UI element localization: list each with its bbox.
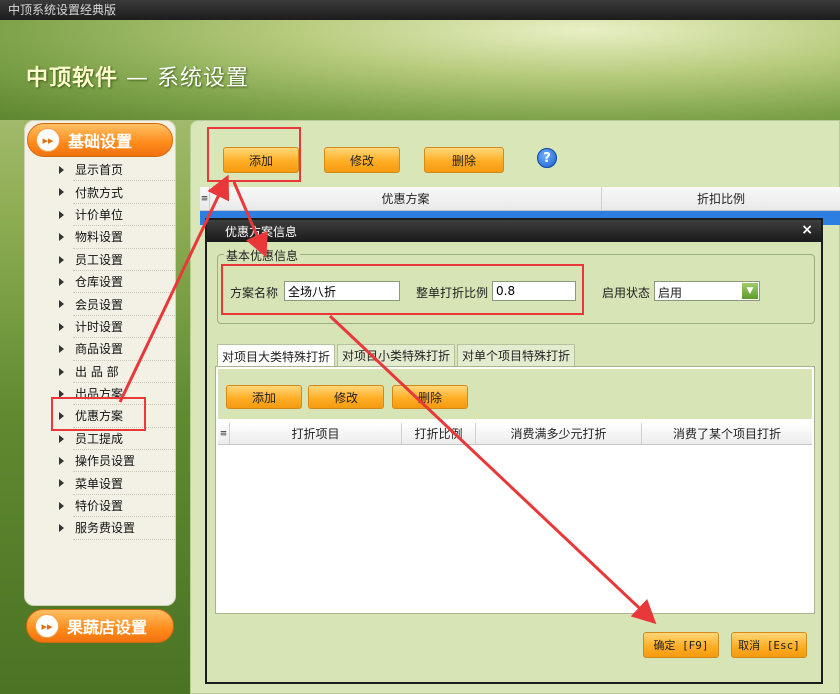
annotation-box-add (207, 127, 301, 182)
sidebar-item-label: 会员设置 (75, 297, 124, 312)
sidebar-item-label: 仓库设置 (75, 275, 124, 290)
sidebar-item-goods[interactable]: 商品设置 (59, 338, 175, 361)
tab-item-discount[interactable]: 对单个项目特殊打折 (457, 344, 576, 366)
arrow-right-icon (59, 188, 64, 197)
status-select[interactable]: 启用 ▼ (654, 281, 760, 301)
sidebar-item-commission[interactable]: 员工提成 (59, 428, 175, 451)
window-title: 中顶系统设置经典版 (8, 3, 117, 17)
sidebar-item-label: 计时设置 (75, 319, 124, 334)
sidebar-item-member[interactable]: 会员设置 (59, 293, 175, 316)
sidebar-item-label: 商品设置 (75, 342, 124, 357)
sidebar-group-basic[interactable]: ▸▸ 基础设置 (27, 123, 173, 157)
column-header[interactable]: 消费满多少元打折 (476, 423, 642, 444)
sub-table-header: ≡ 打折项目 打折比例 消费满多少元打折 消费了某个项目打折 (218, 423, 812, 445)
tab-add-button[interactable]: 添加 (226, 385, 302, 409)
dialog-title-bar: 优惠方案信息 × (207, 220, 821, 242)
tab-toolbar: 添加 修改 删除 (218, 369, 812, 419)
sidebar-item-special-price[interactable]: 特价设置 (59, 495, 175, 518)
tab-category-discount[interactable]: 对项目大类特殊打折 (217, 344, 336, 367)
sidebar-group-basic-label: 基础设置 (68, 132, 133, 151)
tab-subcategory-discount[interactable]: 对项目小类特殊打折 (337, 344, 456, 366)
sidebar-item-label: 物料设置 (75, 230, 124, 245)
app-header: 中顶软件 — 系统设置 (0, 20, 840, 120)
sidebar-group-fruit-label: 果蔬店设置 (67, 618, 148, 637)
row-selector-icon: ≡ (218, 423, 230, 444)
sidebar-item-warehouse[interactable]: 仓库设置 (59, 271, 175, 294)
sidebar-group-fruit[interactable]: ▸▸ 果蔬店设置 (26, 609, 174, 643)
window-title-bar: 中顶系统设置经典版 (0, 0, 840, 20)
column-header[interactable]: 折扣比例 (602, 187, 840, 210)
sidebar-item-label: 员工提成 (75, 431, 124, 446)
sidebar-item-label: 显示首页 (75, 163, 124, 178)
main-table-header: ≡ 优惠方案 折扣比例 (200, 187, 840, 211)
sidebar-item-label: 服务费设置 (75, 521, 136, 536)
brand-name: 中顶软件 (26, 66, 119, 91)
column-header[interactable]: 打折项目 (230, 423, 402, 444)
chevron-down-icon[interactable]: ▼ (742, 283, 758, 299)
sidebar-item-service-fee[interactable]: 服务费设置 (59, 517, 175, 540)
fast-forward-icon: ▸▸ (36, 128, 60, 152)
sidebar-item-label: 出 品 部 (75, 364, 119, 379)
arrow-right-icon (59, 524, 64, 533)
edit-button[interactable]: 修改 (324, 147, 400, 173)
arrow-right-icon (59, 434, 64, 443)
status-select-value: 启用 (658, 286, 683, 300)
tab-edit-button[interactable]: 修改 (308, 385, 384, 409)
arrow-right-icon (59, 166, 64, 174)
close-icon[interactable]: × (801, 222, 813, 238)
sidebar-item-label: 付款方式 (75, 185, 124, 200)
arrow-right-icon (59, 255, 64, 264)
row-selector-icon: ≡ (200, 187, 210, 210)
status-label: 启用状态 (602, 286, 651, 300)
sidebar-item-label: 菜单设置 (75, 476, 124, 491)
title-separator: — (126, 66, 150, 91)
sidebar-item-home[interactable]: 显示首页 (59, 159, 175, 182)
tab-panel: 添加 修改 删除 ≡ 打折项目 打折比例 消费满多少元打折 消费了某个项目打折 (215, 366, 815, 614)
sidebar-item-operator[interactable]: 操作员设置 (59, 450, 175, 473)
fast-forward-icon: ▸▸ (35, 614, 59, 638)
column-header[interactable]: 打折比例 (402, 423, 476, 444)
arrow-right-icon (59, 367, 64, 376)
discount-tabs: 对项目大类特殊打折 对项目小类特殊打折 对单个项目特殊打折 (217, 344, 577, 367)
sidebar-item-menu[interactable]: 菜单设置 (59, 472, 175, 495)
sidebar-item-payment[interactable]: 付款方式 (59, 181, 175, 204)
arrow-right-icon (59, 501, 64, 510)
arrow-right-icon (59, 233, 64, 242)
tab-delete-button[interactable]: 删除 (392, 385, 468, 409)
arrow-right-icon (59, 300, 64, 309)
sidebar-item-output-dept[interactable]: 出 品 部 (59, 361, 175, 383)
annotation-box-fields (221, 264, 584, 315)
sidebar-item-label: 计价单位 (75, 207, 124, 222)
arrow-right-icon (59, 457, 64, 466)
cancel-button[interactable]: 取消 [Esc] (731, 632, 807, 658)
dialog-title: 优惠方案信息 (225, 224, 298, 239)
arrow-right-icon (59, 345, 64, 354)
arrow-right-icon (59, 210, 64, 219)
arrow-right-icon (59, 322, 64, 331)
sidebar-nav-list: 显示首页 付款方式 计价单位 物料设置 员工设置 仓库设置 会员设置 计时设置 … (49, 159, 175, 540)
sidebar-item-unit[interactable]: 计价单位 (59, 204, 175, 227)
app-title: 中顶软件 — 系统设置 (26, 60, 249, 92)
sidebar: ▸▸ 基础设置 显示首页 付款方式 计价单位 物料设置 员工设置 仓库设置 会员… (24, 120, 176, 606)
sidebar-item-timing[interactable]: 计时设置 (59, 316, 175, 339)
sidebar-item-staff[interactable]: 员工设置 (59, 249, 175, 271)
arrow-right-icon (59, 479, 64, 488)
delete-button[interactable]: 删除 (424, 147, 504, 173)
help-icon[interactable]: ? (537, 148, 557, 168)
sidebar-item-material[interactable]: 物料设置 (59, 226, 175, 249)
column-header[interactable]: 消费了某个项目打折 (642, 423, 812, 444)
sidebar-item-label: 操作员设置 (75, 454, 136, 469)
sidebar-item-label: 特价设置 (75, 499, 124, 514)
group-title: 基本优惠信息 (224, 247, 301, 264)
sidebar-item-label: 员工设置 (75, 252, 124, 267)
arrow-right-icon (59, 277, 64, 286)
column-header[interactable]: 优惠方案 (210, 187, 602, 210)
page-title: 系统设置 (157, 66, 250, 91)
annotation-box-discount-plan (51, 397, 146, 431)
ok-button[interactable]: 确定 [F9] (643, 632, 719, 658)
